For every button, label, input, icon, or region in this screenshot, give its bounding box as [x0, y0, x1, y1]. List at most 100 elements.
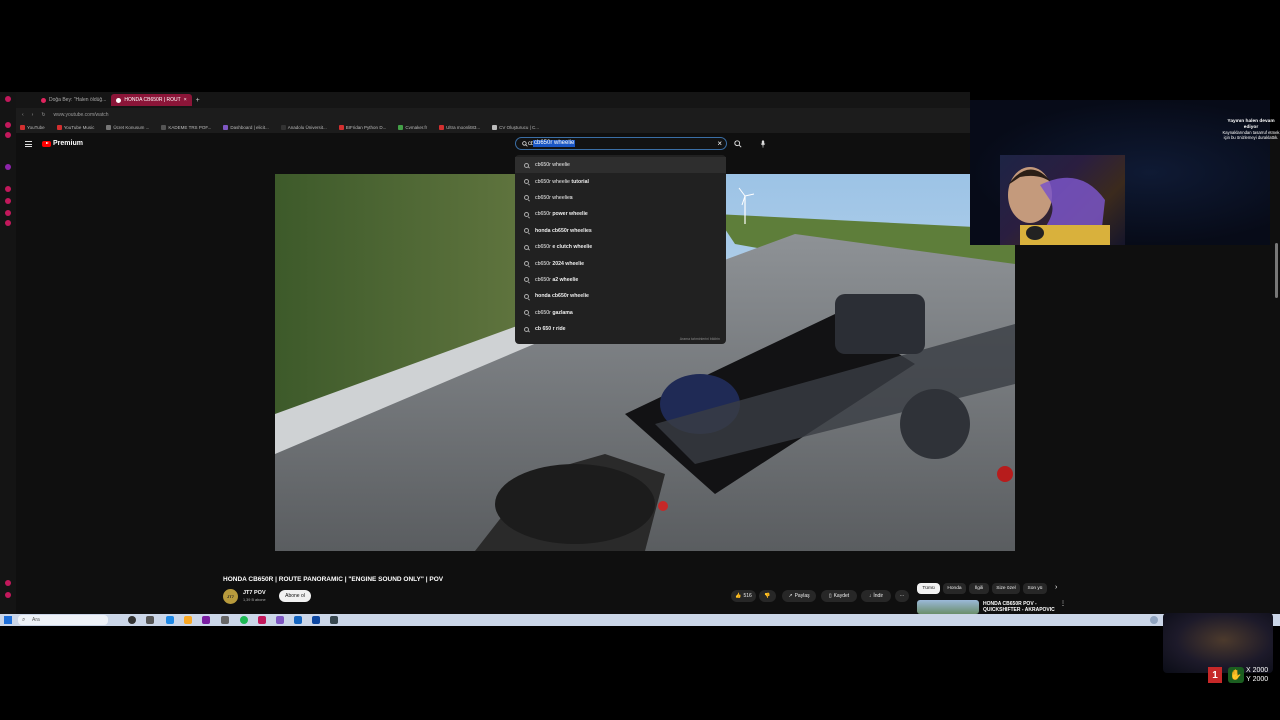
suggestion-item[interactable]: cb650r power wheelie: [515, 206, 726, 222]
taskbar-search[interactable]: ⌕ Ara: [18, 615, 108, 625]
suggestion-item[interactable]: cb650r wheelie: [515, 157, 726, 174]
bookmark-item[interactable]: Anadolu Üniversit...: [280, 124, 327, 130]
bookmark-item[interactable]: KADEME TRS POF...: [161, 124, 211, 130]
file-explorer-icon[interactable]: [184, 616, 192, 624]
sidebar-icon[interactable]: [5, 592, 11, 598]
app-icon[interactable]: [276, 616, 284, 624]
tab-active[interactable]: HONDA CB650R | ROUT ×: [111, 94, 192, 106]
youtube-premium-logo[interactable]: Premium: [42, 140, 83, 147]
suggestion-text: cb650r 2024 wheelie: [535, 260, 585, 267]
bookmark-item[interactable]: Ultra moonlit83...: [439, 124, 480, 130]
app-icon[interactable]: [202, 616, 210, 624]
stream-counter-badge: 1: [1208, 667, 1222, 683]
subscriber-count: 1,39 B abone: [243, 598, 266, 602]
secondary-webcam-feed: [1163, 613, 1273, 673]
sidebar-icon[interactable]: [5, 210, 11, 216]
share-icon: ↗: [788, 593, 793, 599]
sidebar-icon[interactable]: [5, 164, 11, 170]
bookmark-item[interactable]: BIFridan Python D...: [338, 124, 386, 130]
hamburger-menu-icon[interactable]: [25, 141, 32, 147]
youtube-logo-icon: [42, 140, 51, 147]
chip-all[interactable]: Tümü: [917, 583, 940, 594]
back-icon[interactable]: ‹: [22, 112, 24, 118]
report-suggestions-link[interactable]: Arama tahminlerini bildirin: [680, 337, 720, 341]
video-title: HONDA CB650R | ROUTE PANORAMIC | "ENGINE…: [223, 576, 444, 583]
suggestion-item[interactable]: cb650r gazlama: [515, 305, 726, 321]
chip-recent[interactable]: Son yü: [1023, 583, 1047, 594]
suggestion-item[interactable]: honda cb650r wheelies: [515, 223, 726, 239]
download-icon: ↓: [868, 593, 872, 599]
search-icon: [524, 277, 529, 283]
chip-next-icon[interactable]: ›: [1055, 584, 1057, 591]
url-field[interactable]: www.youtube.com/watch: [54, 112, 109, 118]
task-view-icon[interactable]: [128, 616, 136, 624]
save-button[interactable]: ▯ Kaydet: [821, 590, 857, 602]
forward-icon[interactable]: ›: [32, 112, 34, 118]
microphone-icon: [760, 139, 766, 148]
suggestion-text: cb650r gazlama: [535, 309, 573, 316]
page-scrollbar[interactable]: [1275, 243, 1278, 298]
opera-gx-icon[interactable]: [258, 616, 266, 624]
more-actions-button[interactable]: ···: [895, 590, 909, 602]
suggestion-item[interactable]: cb650r wheelie tutorial: [515, 173, 726, 189]
chip-honda[interactable]: Honda: [943, 583, 966, 594]
like-button[interactable]: 👍 516: [731, 590, 756, 602]
suggestion-item[interactable]: cb650r wheelies: [515, 190, 726, 206]
chip-for-you[interactable]: Size özel: [992, 583, 1020, 594]
suggestion-item[interactable]: cb 650 r ride: [515, 321, 726, 337]
sidebar-icon[interactable]: [5, 198, 11, 204]
windows-start-icon[interactable]: [4, 616, 12, 624]
bookmark-icon: [106, 124, 112, 130]
sidebar-icon[interactable]: [5, 186, 11, 192]
vscode-icon[interactable]: [312, 616, 320, 624]
reload-icon[interactable]: ↻: [41, 112, 45, 118]
voice-search-button[interactable]: [756, 137, 770, 150]
subscribe-button[interactable]: Abone ol: [279, 590, 311, 602]
cloud-icon[interactable]: [1150, 616, 1158, 624]
suggestion-item[interactable]: cb650r a2 wheelie: [515, 272, 726, 288]
app-icon[interactable]: [221, 616, 229, 624]
new-tab-icon[interactable]: +: [192, 97, 200, 104]
video-options-icon[interactable]: ⋮: [1060, 600, 1066, 607]
bookmark-item[interactable]: YouTube: [20, 124, 45, 130]
bookmark-item[interactable]: Cvmaker.fr: [398, 124, 427, 130]
sidebar-icon[interactable]: [5, 122, 11, 128]
clear-search-icon[interactable]: ×: [717, 139, 722, 148]
recommended-video-thumbnail[interactable]: [917, 600, 979, 614]
spotify-icon[interactable]: [240, 616, 248, 624]
channel-name[interactable]: JT7 POV: [243, 590, 266, 596]
edge-icon[interactable]: [166, 616, 174, 624]
bookmark-item[interactable]: Ücret Konusum ...: [106, 124, 149, 130]
search-icon: [524, 179, 529, 185]
suggestion-text: cb650r e clutch wheelie: [535, 244, 593, 251]
bookmark-item[interactable]: YouTube Music: [56, 124, 94, 130]
steam-icon[interactable]: [330, 616, 338, 624]
tab-inactive[interactable]: Doğa Bey: "Halen öldüğ...: [36, 94, 111, 106]
search-icon: [524, 310, 529, 316]
sidebar-icon[interactable]: [5, 132, 11, 138]
close-tab-icon[interactable]: ×: [184, 97, 187, 103]
sidebar-icon[interactable]: [5, 220, 11, 226]
bookmark-item[interactable]: Dashboard | elicit...: [223, 124, 269, 130]
widgets-icon[interactable]: [146, 616, 154, 624]
suggestion-item[interactable]: cb650r e clutch wheelie: [515, 239, 726, 255]
sidebar-icon[interactable]: [5, 96, 11, 102]
search-icon: [524, 162, 529, 168]
chip-related[interactable]: İlgili: [969, 583, 989, 594]
bookmark-icon: [20, 124, 25, 130]
suggestion-item[interactable]: honda cb650r wheelie: [515, 288, 726, 304]
tab-label: Doğa Bey: "Halen öldüğ...: [49, 97, 107, 103]
search-button[interactable]: [729, 137, 747, 150]
channel-avatar[interactable]: JT7: [223, 589, 238, 604]
sidebar-icon[interactable]: [5, 580, 11, 586]
recommended-video-title[interactable]: HONDA CB650R POV - QUICKSHIFTER - AKRAPO…: [983, 601, 1063, 614]
webcam-person-image: [1008, 167, 1110, 245]
download-button[interactable]: ↓ İndir: [861, 590, 891, 602]
bookmark-item[interactable]: CV Oluşturucu | C...: [492, 124, 539, 130]
webcam-feed: [1000, 155, 1125, 245]
suggestion-item[interactable]: cb650r 2024 wheelie: [515, 255, 726, 271]
dislike-button[interactable]: 👎: [759, 590, 776, 602]
app-icon[interactable]: [294, 616, 302, 624]
share-button[interactable]: ↗ Paylaş: [782, 590, 816, 602]
bookmarks-bar: YouTube YouTube Music Ücret Konusum ... …: [16, 121, 970, 133]
